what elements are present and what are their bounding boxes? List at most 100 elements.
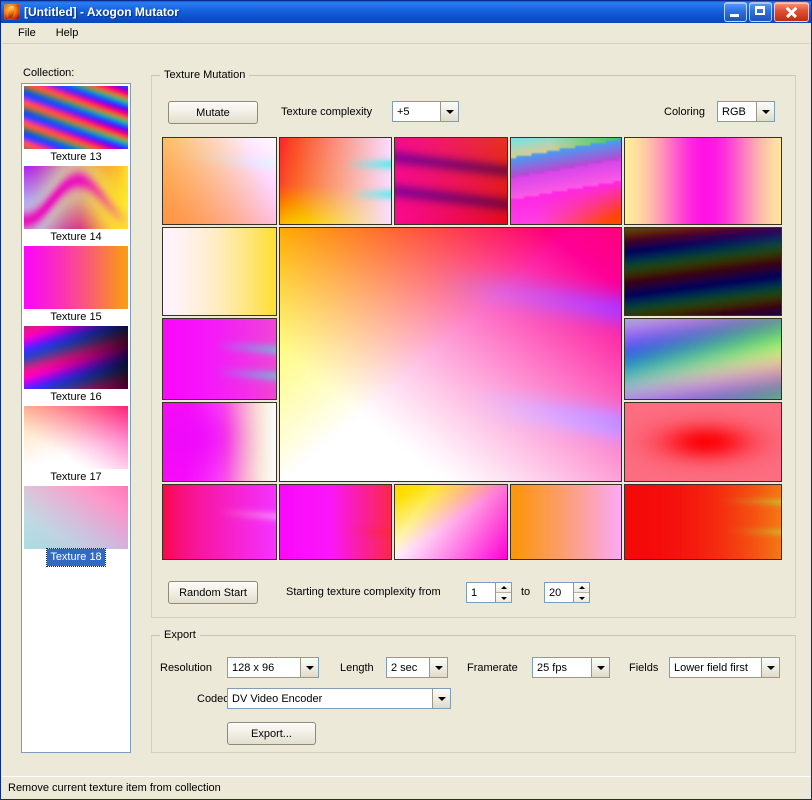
current-texture-preview[interactable] <box>279 227 622 482</box>
starting-complexity-to-stepper[interactable]: 20 <box>544 582 590 603</box>
texture-thumbnail[interactable] <box>24 166 128 229</box>
window-controls <box>724 2 809 22</box>
texture-preview <box>625 228 781 315</box>
title-bar: [Untitled] - Axogon Mutator <box>1 1 811 23</box>
list-item[interactable]: Texture 17 <box>24 406 128 486</box>
mutation-tile-bottom-4[interactable] <box>510 484 622 560</box>
texture-preview <box>395 485 507 559</box>
list-item-label: Texture 14 <box>50 231 101 243</box>
coloring-value: RGB <box>718 102 756 121</box>
texture-thumbnail[interactable] <box>24 486 128 549</box>
mutation-tile-bottom-3[interactable] <box>394 484 508 560</box>
chevron-down-icon[interactable] <box>756 102 774 121</box>
stepper-up-icon[interactable] <box>496 583 511 592</box>
mutation-tile-top-2[interactable] <box>279 137 392 225</box>
mutation-tile-top-5[interactable] <box>624 137 782 225</box>
codec-combo[interactable]: DV Video Encoder <box>227 688 451 709</box>
framerate-combo[interactable]: 25 fps <box>532 657 610 678</box>
window-title: [Untitled] - Axogon Mutator <box>24 5 724 19</box>
chevron-down-icon[interactable] <box>429 658 447 677</box>
resolution-value: 128 x 96 <box>228 658 300 677</box>
mutation-tile-right-2[interactable] <box>624 318 782 400</box>
texture-preview <box>163 403 276 481</box>
chevron-down-icon[interactable] <box>591 658 609 677</box>
texture-preview <box>625 319 781 399</box>
chevron-down-icon[interactable] <box>432 689 450 708</box>
texture-preview <box>280 138 391 224</box>
export-title: Export <box>160 629 200 641</box>
minimize-button[interactable] <box>724 2 747 22</box>
list-item[interactable]: Texture 15 <box>24 246 128 326</box>
mutation-tile-bottom-5[interactable] <box>624 484 782 560</box>
coloring-label: Coloring <box>664 106 705 118</box>
mutation-tile-bottom-2[interactable] <box>279 484 392 560</box>
status-text: Remove current texture item from collect… <box>8 782 221 794</box>
texture-preview <box>280 228 621 481</box>
mutation-tile-top-4[interactable] <box>510 137 622 225</box>
texture-preview <box>625 138 781 224</box>
menu-item-help[interactable]: Help <box>46 24 89 42</box>
list-item[interactable]: Texture 18 <box>24 486 128 566</box>
texture-complexity-value: +5 <box>393 102 440 121</box>
texture-preview <box>163 138 276 224</box>
mutation-tile-top-3[interactable] <box>394 137 508 225</box>
texture-preview <box>280 485 391 559</box>
mutation-tile-right-3[interactable] <box>624 402 782 482</box>
framerate-value: 25 fps <box>533 658 591 677</box>
list-item[interactable]: Texture 16 <box>24 326 128 406</box>
resolution-combo[interactable]: 128 x 96 <box>227 657 319 678</box>
stepper-arrows <box>573 583 589 602</box>
fields-label: Fields <box>629 662 658 674</box>
coloring-combo[interactable]: RGB <box>717 101 775 122</box>
mutation-tile-top-1[interactable] <box>162 137 277 225</box>
starting-complexity-from-stepper[interactable]: 1 <box>466 582 512 603</box>
stepper-up-icon[interactable] <box>574 583 589 592</box>
list-item[interactable]: Texture 13 <box>24 86 128 166</box>
texture-thumbnail[interactable] <box>24 406 128 469</box>
mutation-tile-bottom-1[interactable] <box>162 484 277 560</box>
app-window: [Untitled] - Axogon Mutator File Help Co… <box>0 0 812 800</box>
maximize-button[interactable] <box>749 2 772 22</box>
length-value: 2 sec <box>387 658 429 677</box>
mutation-tile-left-1[interactable] <box>162 227 277 316</box>
length-combo[interactable]: 2 sec <box>386 657 448 678</box>
export-button[interactable]: Export... <box>227 722 316 745</box>
stepper-arrows <box>495 583 511 602</box>
texture-preview <box>511 138 621 224</box>
list-item-label: Texture 13 <box>50 151 101 163</box>
list-item-label: Texture 15 <box>50 311 101 323</box>
minimize-icon <box>725 3 746 21</box>
texture-complexity-combo[interactable]: +5 <box>392 101 459 122</box>
mutate-button[interactable]: Mutate <box>168 101 258 124</box>
menu-bar: File Help <box>2 23 810 44</box>
collection-listbox[interactable]: Texture 13 Texture 14 Texture 15 Texture 16… <box>21 83 131 753</box>
list-item-label: Texture 17 <box>50 471 101 483</box>
mutation-tile-left-2[interactable] <box>162 318 277 400</box>
mutation-tile-left-3[interactable] <box>162 402 277 482</box>
app-icon <box>4 4 20 20</box>
codec-value: DV Video Encoder <box>228 689 432 708</box>
framerate-label: Framerate <box>467 662 518 674</box>
chevron-down-icon[interactable] <box>761 658 779 677</box>
close-button[interactable] <box>774 2 809 22</box>
texture-grid <box>162 137 784 562</box>
menu-item-file[interactable]: File <box>8 24 46 42</box>
list-item-label: Texture 18 <box>47 549 104 566</box>
fields-combo[interactable]: Lower field first <box>669 657 780 678</box>
mutation-tile-right-1[interactable] <box>624 227 782 316</box>
texture-thumbnail[interactable] <box>24 86 128 149</box>
collection-label: Collection: <box>23 67 74 79</box>
random-start-button[interactable]: Random Start <box>168 581 258 604</box>
texture-mutation-title: Texture Mutation <box>160 69 249 81</box>
texture-preview <box>163 228 276 315</box>
codec-label: Codec <box>197 693 229 705</box>
stepper-down-icon[interactable] <box>574 592 589 602</box>
chevron-down-icon[interactable] <box>440 102 458 121</box>
texture-thumbnail[interactable] <box>24 326 128 389</box>
starting-complexity-to-label: to <box>521 586 530 598</box>
stepper-down-icon[interactable] <box>496 592 511 602</box>
chevron-down-icon[interactable] <box>300 658 318 677</box>
list-item[interactable]: Texture 14 <box>24 166 128 246</box>
texture-thumbnail[interactable] <box>24 246 128 309</box>
status-bar: Remove current texture item from collect… <box>2 776 810 798</box>
